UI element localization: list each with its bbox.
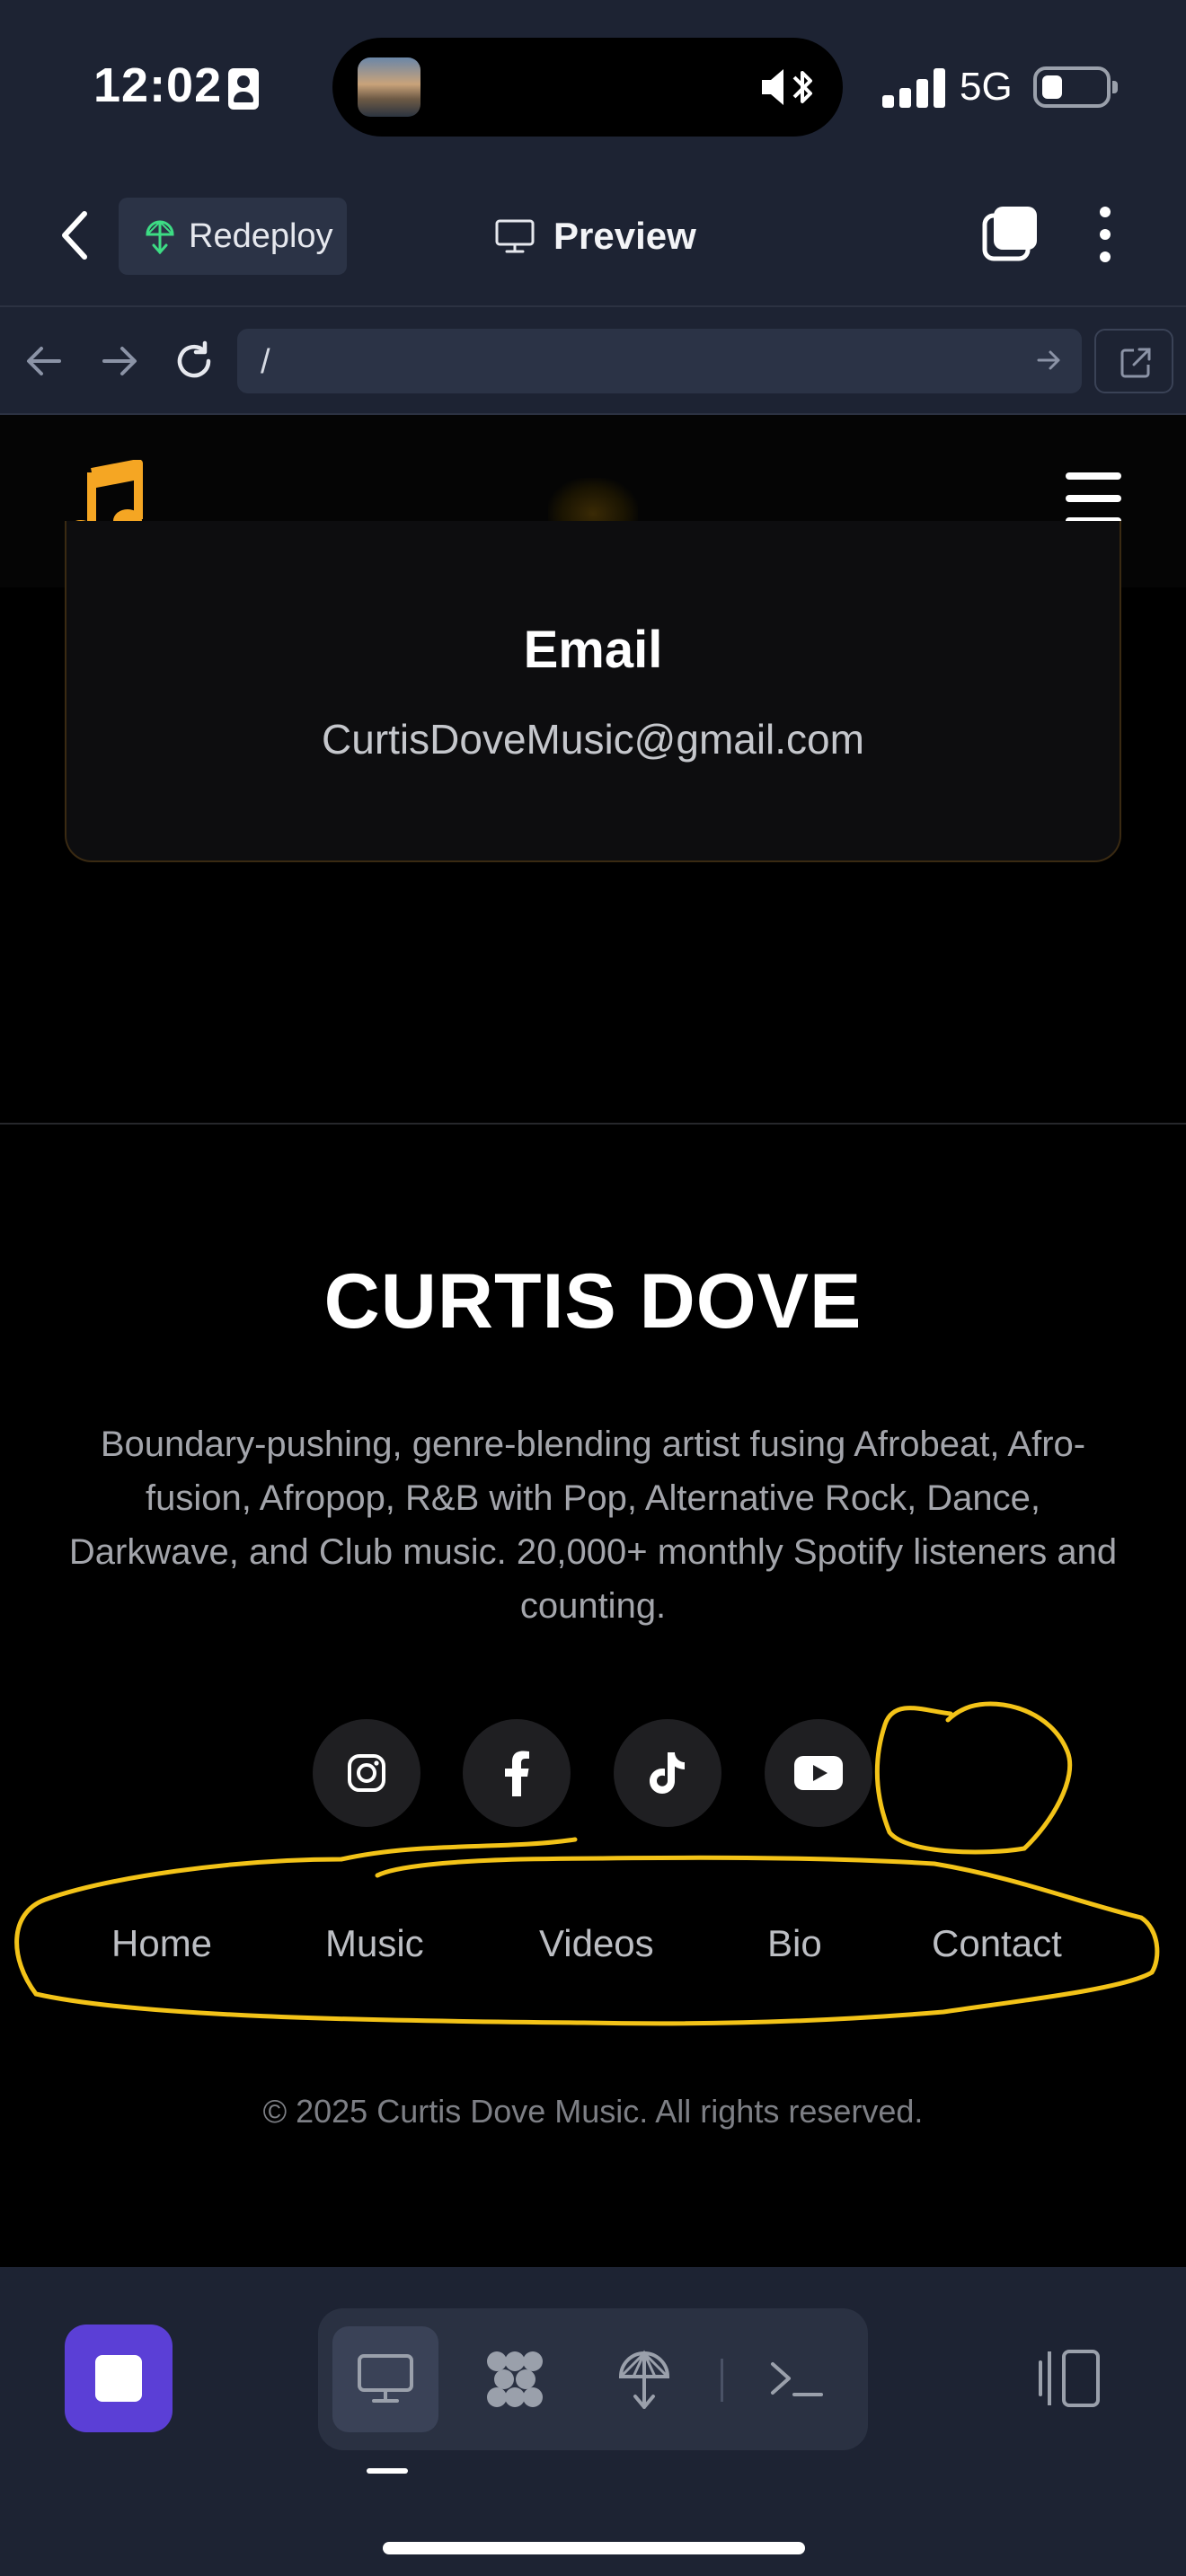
mode-divider bbox=[721, 2359, 723, 2402]
footer-link-home[interactable]: Home bbox=[111, 1922, 212, 1965]
desktop-preview-button[interactable] bbox=[332, 2326, 438, 2432]
monitor-icon bbox=[495, 219, 535, 253]
terminal-button[interactable] bbox=[744, 2326, 850, 2432]
preview-label: Preview bbox=[553, 215, 696, 257]
email-address-link[interactable]: CurtisDoveMusic@gmail.com bbox=[66, 715, 1120, 763]
chevron-left-icon[interactable] bbox=[58, 208, 93, 262]
mute-bluetooth-icon bbox=[762, 69, 812, 105]
footer-link-music[interactable]: Music bbox=[325, 1922, 424, 1965]
email-card: Email CurtisDoveMusic@gmail.com bbox=[65, 521, 1121, 862]
id-card-icon bbox=[228, 68, 259, 110]
url-value: / bbox=[261, 343, 270, 381]
dynamic-island[interactable] bbox=[332, 38, 843, 137]
active-mode-indicator bbox=[367, 2468, 408, 2474]
facebook-link[interactable] bbox=[463, 1719, 571, 1827]
deploy-icon bbox=[618, 2350, 670, 2409]
youtube-link[interactable] bbox=[765, 1719, 872, 1827]
network-label: 5G bbox=[960, 65, 1013, 109]
stop-icon bbox=[95, 2355, 142, 2402]
split-view-icon[interactable] bbox=[1033, 2342, 1105, 2414]
app-top-chrome: 12:02 5G Redeploy Preview / bbox=[0, 0, 1186, 415]
arrow-left-icon[interactable] bbox=[23, 341, 66, 381]
instagram-link[interactable] bbox=[313, 1719, 420, 1827]
footer-link-bio[interactable]: Bio bbox=[767, 1922, 822, 1965]
footer-divider bbox=[0, 1123, 1186, 1125]
agent-button[interactable] bbox=[462, 2326, 568, 2432]
browser-bar: / bbox=[0, 305, 1186, 415]
footer-link-contact[interactable]: Contact bbox=[932, 1922, 1062, 1965]
footer-nav: Home Music Videos Bio Contact bbox=[0, 1922, 1186, 1980]
go-arrow-icon[interactable] bbox=[1035, 347, 1062, 374]
email-card-title: Email bbox=[523, 621, 663, 679]
terminal-icon bbox=[771, 2362, 823, 2396]
home-indicator bbox=[383, 2542, 805, 2554]
hamburger-icon[interactable] bbox=[1066, 471, 1121, 526]
social-links bbox=[0, 1719, 1186, 1827]
preview-title: Preview bbox=[494, 203, 696, 269]
deploy-button[interactable] bbox=[591, 2326, 697, 2432]
youtube-icon bbox=[794, 1756, 843, 1790]
media-thumbnail-icon bbox=[358, 57, 420, 117]
battery-icon bbox=[1033, 66, 1118, 108]
arrow-right-icon[interactable] bbox=[97, 341, 140, 381]
tabs-icon[interactable] bbox=[981, 205, 1039, 262]
signal-icon bbox=[882, 68, 945, 108]
open-external-button[interactable] bbox=[1094, 329, 1173, 393]
tiktok-link[interactable] bbox=[614, 1719, 721, 1827]
bottom-toolbar bbox=[0, 2267, 1186, 2576]
stop-button[interactable] bbox=[65, 2325, 173, 2432]
deploy-icon bbox=[146, 220, 174, 254]
url-input[interactable]: / bbox=[237, 329, 1082, 393]
open-external-icon bbox=[1120, 348, 1151, 378]
desktop-preview-icon bbox=[358, 2354, 413, 2403]
redeploy-label: Redeploy bbox=[189, 216, 333, 255]
footer-brand-name: CURTIS DOVE bbox=[323, 1258, 863, 1345]
redeploy-button[interactable]: Redeploy bbox=[119, 198, 347, 275]
reload-icon[interactable] bbox=[173, 340, 216, 383]
footer-bio: Boundary-pushing, genre-blending artist … bbox=[68, 1425, 1118, 1626]
instagram-icon bbox=[348, 1754, 385, 1792]
copyright-text: © 2025 Curtis Dove Music. All rights res… bbox=[262, 2093, 924, 2130]
mode-switcher bbox=[318, 2308, 868, 2450]
footer-link-videos[interactable]: Videos bbox=[539, 1922, 654, 1965]
tiktok-icon bbox=[650, 1752, 685, 1794]
agent-icon bbox=[487, 2351, 543, 2407]
status-time: 12:02 bbox=[93, 58, 223, 112]
more-vertical-icon[interactable] bbox=[1091, 205, 1120, 264]
facebook-icon bbox=[505, 1751, 529, 1796]
